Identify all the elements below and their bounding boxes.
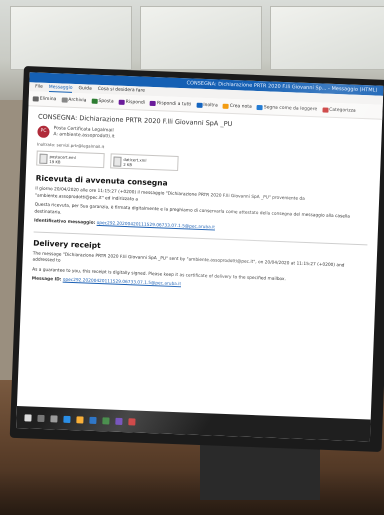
message-id-label: Identificativo messaggio: — [33, 218, 96, 226]
outlook-icon[interactable] — [89, 416, 97, 424]
file-icon — [39, 153, 48, 164]
note-icon — [222, 103, 229, 109]
start-icon[interactable] — [24, 413, 32, 422]
edge-icon[interactable] — [63, 415, 71, 423]
menu-message[interactable]: Messaggio — [48, 82, 73, 93]
create-note-label: Crea nota — [229, 103, 252, 110]
trash-icon — [32, 95, 39, 102]
archive-label: Archivia — [68, 97, 87, 103]
menu-file[interactable]: File — [35, 82, 43, 91]
sender-recipient: A: ambiente.assoprodotti.it — [53, 132, 115, 140]
desk-shadow — [0, 470, 384, 515]
task-view-icon[interactable] — [50, 414, 58, 423]
forward-label: Inoltra — [203, 102, 218, 108]
app-icon[interactable] — [115, 417, 123, 425]
envelope-icon — [256, 104, 263, 110]
mark-unread-label: Segna come da leggere — [263, 104, 318, 112]
monitor: CONSEGNA: Dichiarazione PRTR 2020 F.lli … — [9, 66, 384, 453]
attachment-eml[interactable]: postacert.eml 19 KB — [36, 150, 105, 169]
monitor-screen: CONSEGNA: Dichiarazione PRTR 2020 F.lli … — [16, 72, 384, 442]
delete-label: Elimina — [39, 96, 57, 102]
reply-all-icon — [149, 100, 157, 106]
message-id-link[interactable]: opec292.20200420111529.06733.07.1.5@pec.… — [97, 221, 216, 231]
monitor-stand — [200, 440, 320, 500]
window-pane-left — [10, 6, 132, 70]
reply-label: Rispondi — [125, 99, 146, 106]
archive-button[interactable]: Archivia — [61, 96, 87, 103]
window-pane-middle — [140, 6, 262, 70]
app-icon[interactable] — [128, 417, 136, 426]
reply-all-button[interactable]: Rispondi a tutti — [149, 100, 192, 107]
menu-help[interactable]: Guida — [78, 84, 92, 94]
create-note-button[interactable]: Crea nota — [222, 103, 252, 110]
excel-icon[interactable] — [102, 416, 110, 425]
message-id-link[interactable]: opec292.20200420111529.06733.07.1.5@pec.… — [63, 278, 182, 288]
window-pane-right — [270, 6, 384, 70]
windows-taskbar — [16, 405, 379, 442]
reply-all-label: Rispondi a tutti — [156, 100, 192, 107]
move-button[interactable]: Sposta — [91, 98, 114, 104]
attachment-xml[interactable]: daticert.xml 2 KB — [110, 153, 179, 171]
sender-block: Posta Certificata Legalmail A: ambiente.… — [53, 126, 115, 140]
move-icon — [91, 98, 98, 104]
forward-icon — [196, 102, 203, 108]
categorize-button[interactable]: Categorizza — [322, 106, 356, 114]
move-label: Sposta — [98, 98, 114, 104]
reply-button[interactable]: Rispondi — [118, 99, 146, 106]
tag-icon — [322, 106, 329, 113]
mark-unread-button[interactable]: Segna come da leggere — [256, 104, 318, 112]
message-id-label: Message ID: — [31, 276, 62, 283]
mail-body: CONSEGNA: Dichiarazione PRTR 2020 F.lli … — [21, 106, 382, 305]
explorer-icon[interactable] — [76, 415, 84, 424]
file-icon — [113, 156, 122, 167]
search-icon[interactable] — [37, 414, 45, 422]
menu-tell-me[interactable]: Cosa si desidera fare — [98, 85, 146, 96]
forward-button[interactable]: Inoltra — [196, 102, 218, 108]
categorize-label: Categorizza — [329, 107, 356, 114]
sender-avatar: PC — [37, 125, 50, 139]
reply-icon — [118, 99, 125, 105]
attachment-size: 2 KB — [123, 161, 133, 167]
delete-button[interactable]: Elimina — [32, 95, 57, 102]
archive-icon — [61, 96, 68, 103]
